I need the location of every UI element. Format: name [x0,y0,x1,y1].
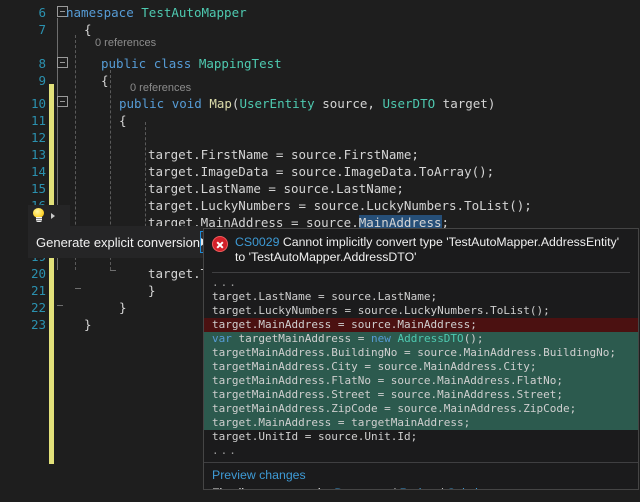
line-number: 7 [38,22,46,37]
collapse-toggle-method[interactable] [57,96,68,107]
codelens-references-method[interactable]: 0 references [130,82,191,94]
collapse-toggle-class[interactable] [57,57,68,68]
error-message: CS0029 Cannot implicitly convert type 'T… [235,235,630,265]
line-number: 10 [30,96,46,111]
code-line-21: } [148,283,156,298]
line-number: 21 [30,283,46,298]
diff-preview: ... target.LastName = source.LastName; t… [204,273,638,460]
code-line-7: { [84,22,92,37]
diff-line-added: target.MainAddress = targetMainAddress; [204,416,638,430]
codelens-references-class[interactable]: 0 references [95,37,156,49]
line-number: 22 [30,300,46,315]
diff-line-added: targetMainAddress.BuildingNo = source.Ma… [204,346,638,360]
structure-guide-end [57,305,63,306]
code-line-16: target.LuckyNumbers = source.LuckyNumber… [148,198,532,213]
code-line-11: { [119,113,127,128]
code-line-14: target.ImageData = source.ImageData.ToAr… [148,164,495,179]
line-number: 23 [30,317,46,332]
diff-line-added: var targetMainAddress = new AddressDTO()… [204,332,638,346]
code-line-13: target.FirstName = source.FirstName; [148,147,419,162]
line-number: 20 [30,266,46,281]
diff-line-added: targetMainAddress.FlatNo = source.MainAd… [204,374,638,388]
fix-all-row: Fix all occurrences in: Document|Project… [212,486,638,489]
line-number: 11 [30,113,46,128]
popup-footer-links: Preview changes Fix all occurrences in: … [204,463,638,489]
diff-line-added: targetMainAddress.Street = source.MainAd… [204,388,638,402]
code-line-10: public void Map(UserEntity source, UserD… [119,96,496,111]
change-bar [49,84,54,464]
preview-changes-link[interactable]: Preview changes [212,468,306,482]
line-number: 13 [30,147,46,162]
quick-action-item[interactable]: Generate explicit conversion [28,226,209,258]
error-circle-x-icon [212,236,228,252]
code-line-15: target.LastName = source.LastName; [148,181,404,196]
chevron-down-icon[interactable] [51,212,55,219]
line-number: 12 [30,130,46,145]
diff-line-context: target.LastName = source.LastName; [212,290,438,303]
code-line-6: namespace TestAutoMapper [66,5,247,20]
error-message-text: Cannot implicitly convert type 'TestAuto… [235,235,620,264]
code-line-8: public class MappingTest [101,56,282,71]
diff-line-added: targetMainAddress.ZipCode = source.MainA… [204,402,638,416]
lightbulb-icon [31,208,46,223]
separator: | [390,486,399,489]
structure-guide-end [110,270,116,271]
error-code: CS0029 [235,235,280,249]
fix-all-label: Fix all occurrences in: [212,486,331,489]
line-number: 14 [30,164,46,179]
line-number: 15 [30,181,46,196]
fix-all-project-link[interactable]: Project [400,486,438,489]
error-header: CS0029 Cannot implicitly convert type 'T… [204,229,638,269]
quick-action-preview-popup: CS0029 Cannot implicitly convert type 'T… [203,228,639,490]
line-number: 6 [38,5,46,20]
diff-line-added: targetMainAddress.City = source.MainAddr… [204,360,638,374]
line-number: 9 [38,73,46,88]
diff-line-ellipsis: ... [212,444,238,457]
code-line-9: { [101,73,109,88]
line-number: 8 [38,56,46,71]
diff-line-ellipsis: ... [212,276,238,289]
fix-all-solution-link[interactable]: Solution [447,486,491,489]
diff-line-context: target.UnitId = source.Unit.Id; [212,430,418,443]
code-line-22: } [119,300,127,315]
diff-line-context: target.LuckyNumbers = source.LuckyNumber… [212,304,550,317]
code-line-20: target.T [148,266,209,281]
code-line-23: } [84,317,92,332]
quick-actions-lightbulb[interactable] [28,205,70,226]
fix-all-document-link[interactable]: Document [334,486,390,489]
diff-line-removed: target.MainAddress = source.MainAddress; [204,318,638,332]
quick-action-label: Generate explicit conversion [36,234,201,250]
separator: | [438,486,447,489]
structure-guide-end [75,288,81,289]
